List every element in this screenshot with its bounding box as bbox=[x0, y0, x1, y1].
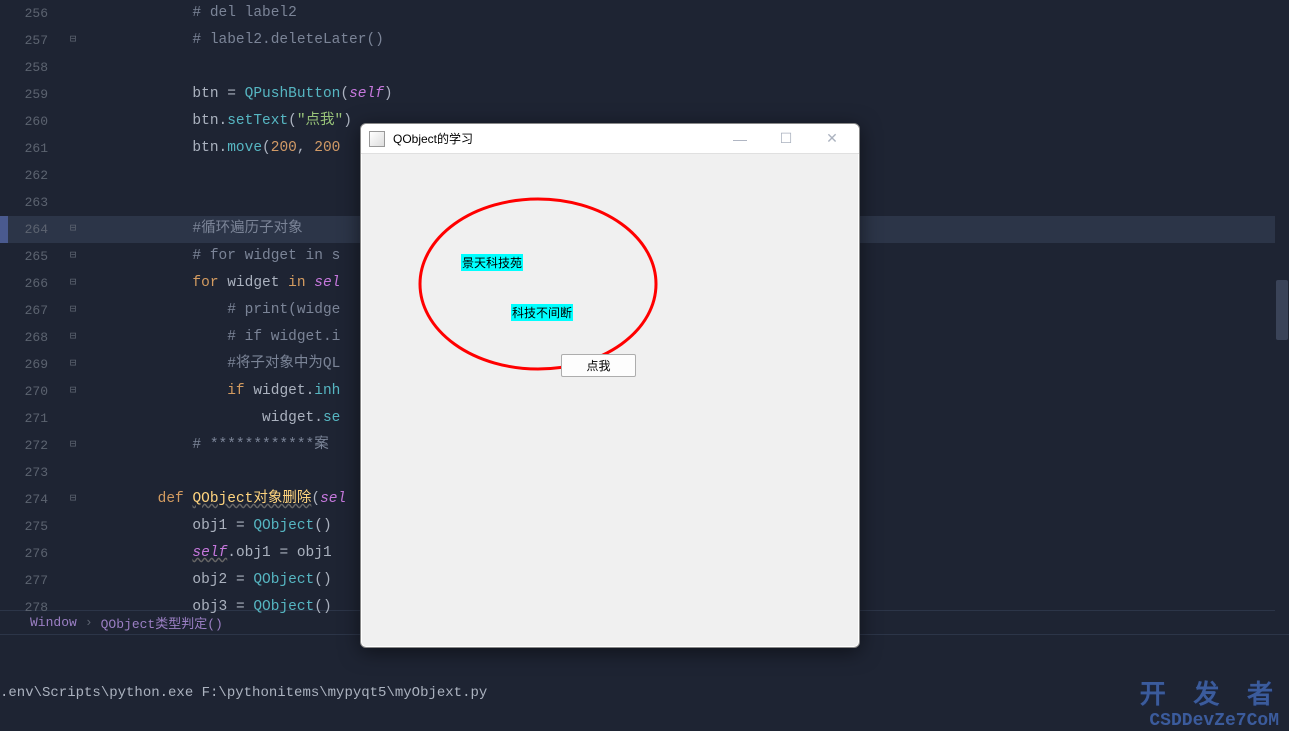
line-number: 259 bbox=[0, 81, 58, 108]
line-number: 269 bbox=[0, 351, 58, 378]
minimize-button[interactable]: — bbox=[717, 125, 763, 153]
code-line[interactable]: 259 btn = QPushButton(self) bbox=[0, 81, 1289, 108]
client-area[interactable]: 景天科技苑 科技不间断 点我 bbox=[361, 154, 859, 647]
line-number: 256 bbox=[0, 0, 58, 27]
line-number: 274 bbox=[0, 486, 58, 513]
line-number: 265 bbox=[0, 243, 58, 270]
line-number: 263 bbox=[0, 189, 58, 216]
annotation-ellipse bbox=[416, 194, 661, 374]
line-number: 272 bbox=[0, 432, 58, 459]
app-icon bbox=[369, 131, 385, 147]
fold-icon bbox=[58, 81, 88, 108]
code-line[interactable]: 257⊟ # label2.deleteLater() bbox=[0, 27, 1289, 54]
fold-icon[interactable]: ⊟ bbox=[58, 378, 88, 405]
fold-icon[interactable]: ⊟ bbox=[58, 297, 88, 324]
qt-app-window[interactable]: QObject的学习 — ☐ ✕ 景天科技苑 科技不间断 点我 bbox=[360, 123, 860, 648]
line-number: 277 bbox=[0, 567, 58, 594]
line-number: 273 bbox=[0, 459, 58, 486]
fold-icon bbox=[58, 189, 88, 216]
line-number: 266 bbox=[0, 270, 58, 297]
close-button[interactable]: ✕ bbox=[809, 125, 855, 153]
line-number: 264 bbox=[0, 216, 58, 243]
line-number: 278 bbox=[0, 594, 58, 621]
code-content[interactable]: # del label2 bbox=[88, 0, 1289, 27]
fold-icon[interactable]: ⊟ bbox=[58, 216, 88, 243]
line-number: 275 bbox=[0, 513, 58, 540]
fold-icon[interactable]: ⊟ bbox=[58, 270, 88, 297]
line-number: 268 bbox=[0, 324, 58, 351]
code-content[interactable] bbox=[88, 54, 1289, 81]
fold-icon bbox=[58, 594, 88, 621]
line-number: 261 bbox=[0, 135, 58, 162]
line-number: 257 bbox=[0, 27, 58, 54]
fold-icon bbox=[58, 108, 88, 135]
fold-icon[interactable]: ⊟ bbox=[58, 486, 88, 513]
fold-icon[interactable]: ⊟ bbox=[58, 432, 88, 459]
line-number: 270 bbox=[0, 378, 58, 405]
window-title: QObject的学习 bbox=[393, 130, 717, 147]
fold-icon[interactable]: ⊟ bbox=[58, 243, 88, 270]
fold-icon bbox=[58, 135, 88, 162]
titlebar[interactable]: QObject的学习 — ☐ ✕ bbox=[361, 124, 859, 154]
maximize-button[interactable]: ☐ bbox=[763, 125, 809, 153]
line-number: 260 bbox=[0, 108, 58, 135]
watermark-sub: CSDDevZe7CoM bbox=[1149, 711, 1279, 731]
terminal-line: .env\Scripts\python.exe F:\pythonitems\m… bbox=[0, 685, 1289, 701]
label-1: 景天科技苑 bbox=[461, 254, 523, 271]
fold-icon bbox=[58, 405, 88, 432]
line-number: 267 bbox=[0, 297, 58, 324]
fold-icon bbox=[58, 54, 88, 81]
line-number: 262 bbox=[0, 162, 58, 189]
fold-icon[interactable]: ⊟ bbox=[58, 351, 88, 378]
code-line[interactable]: 256 # del label2 bbox=[0, 0, 1289, 27]
fold-icon bbox=[58, 162, 88, 189]
terminal-panel[interactable]: .env\Scripts\python.exe F:\pythonitems\m… bbox=[0, 634, 1289, 731]
line-number: 258 bbox=[0, 54, 58, 81]
line-number: 271 bbox=[0, 405, 58, 432]
fold-icon bbox=[58, 540, 88, 567]
code-content[interactable]: btn = QPushButton(self) bbox=[88, 81, 1289, 108]
watermark-text: 开 发 者 bbox=[1140, 674, 1279, 711]
fold-icon[interactable]: ⊟ bbox=[58, 324, 88, 351]
label-2: 科技不间断 bbox=[511, 304, 573, 321]
fold-icon bbox=[58, 567, 88, 594]
fold-icon[interactable]: ⊟ bbox=[58, 27, 88, 54]
fold-icon bbox=[58, 0, 88, 27]
click-me-button[interactable]: 点我 bbox=[561, 354, 636, 377]
fold-icon bbox=[58, 459, 88, 486]
code-content[interactable]: # label2.deleteLater() bbox=[88, 27, 1289, 54]
code-line[interactable]: 258 bbox=[0, 54, 1289, 81]
fold-icon bbox=[58, 513, 88, 540]
line-number: 276 bbox=[0, 540, 58, 567]
